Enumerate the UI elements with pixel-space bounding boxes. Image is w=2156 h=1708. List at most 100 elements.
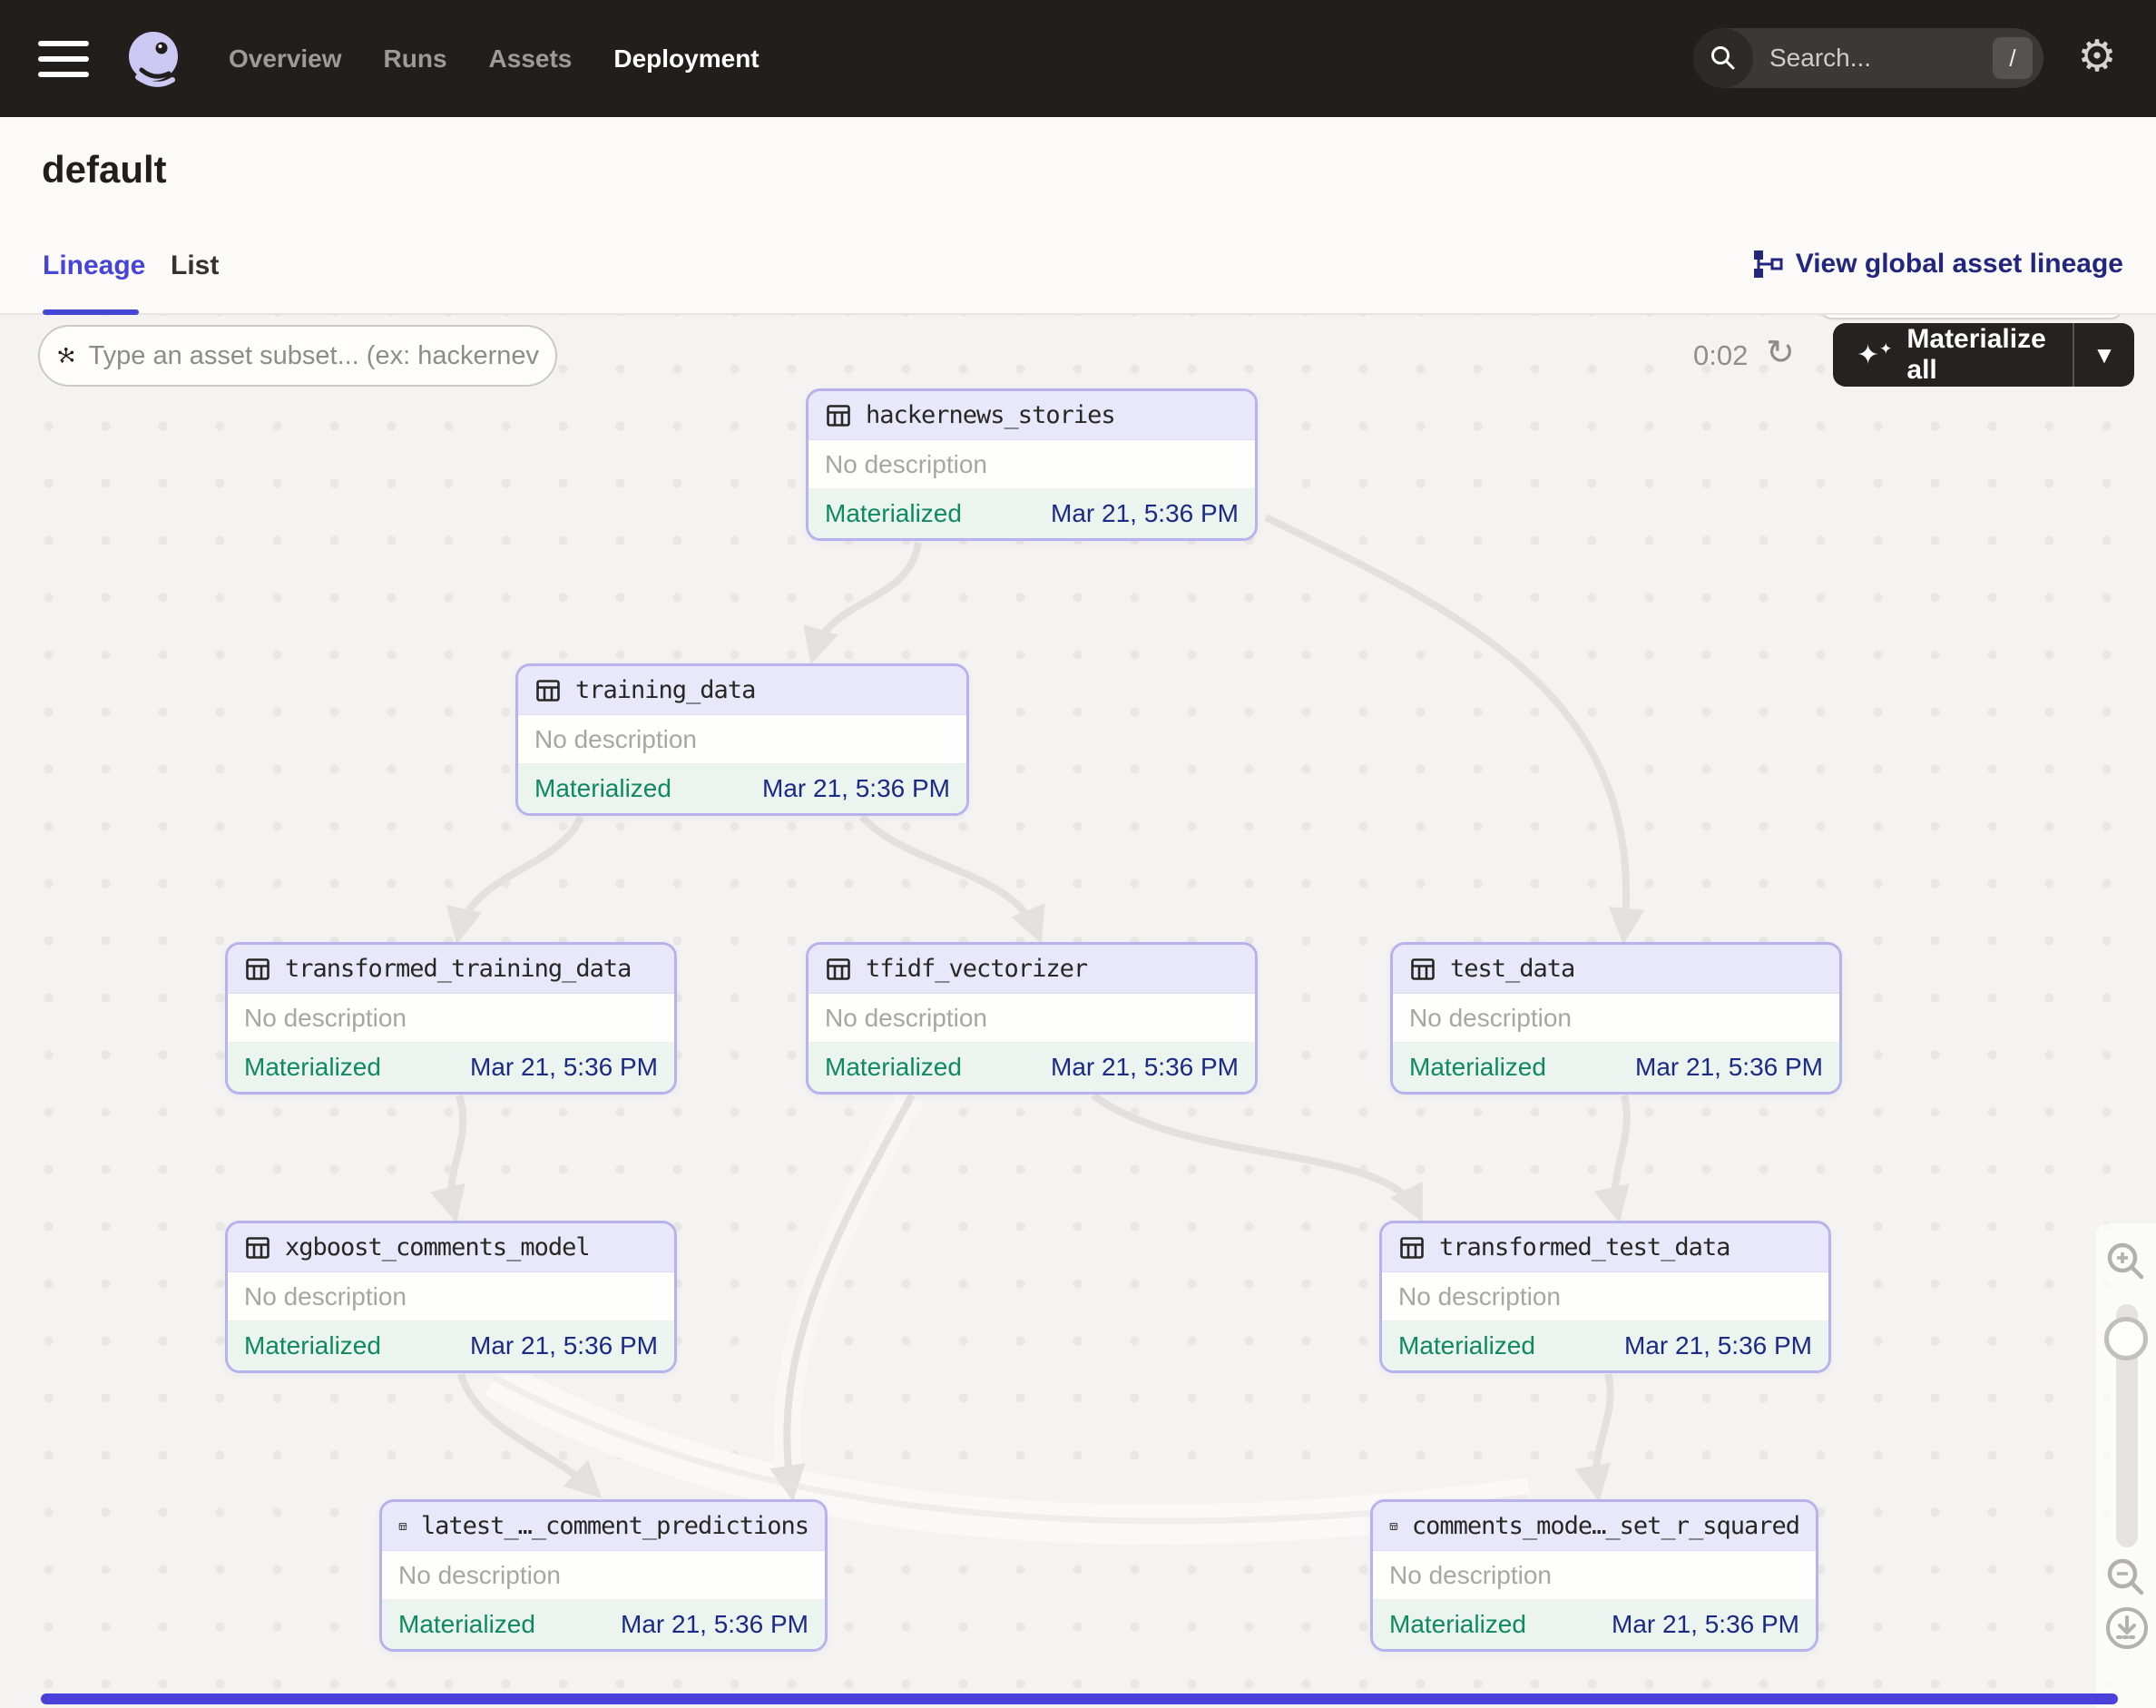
asset-description: No description [808,994,1255,1043]
asset-description: No description [808,440,1255,489]
table-icon [534,677,562,704]
materialization-timestamp: Mar 21, 5:36 PM [1051,499,1239,528]
tab-lineage[interactable]: Lineage [43,250,145,281]
asset-node-footer: Materialized Mar 21, 5:36 PM [228,1043,674,1092]
download-image-button[interactable] [2103,1605,2151,1652]
asset-node-test_data[interactable]: test_dataNo descriptionMaterializedMar 2… [1390,942,1842,1094]
table-icon [398,1513,407,1540]
materialization-timestamp: Mar 21, 5:36 PM [1635,1053,1823,1082]
asset-node-transformed_test_data[interactable]: transformed_test_dataNo descriptionMater… [1379,1221,1831,1373]
asset-node-header: transformed_training_data [228,945,674,994]
materialization-timestamp: Mar 21, 5:36 PM [762,774,950,803]
filter-placeholder: Type an asset subset... (ex: hackernev [89,341,539,371]
table-icon [1398,1234,1426,1261]
asset-node-footer: Materialized Mar 21, 5:36 PM [1393,1043,1839,1092]
page-header: default Asset Group in ml_ops.py ↻ ↻ Rel… [0,117,2156,227]
asset-name: training_data [575,676,755,704]
search-placeholder: Search... [1769,44,1993,73]
asset-name: transformed_training_data [285,955,631,983]
nav-item-assets[interactable]: Assets [489,44,573,74]
asset-node-footer: Materialized Mar 21, 5:36 PM [1382,1321,1828,1370]
materialized-status: Materialized [1398,1331,1535,1360]
refresh-timer: 0:02 [1693,339,1748,372]
asset-subset-filter-input[interactable]: Type an asset subset... (ex: hackernev [38,325,557,387]
search-shortcut-key: / [1993,37,2033,79]
top-navigation-bar: Overview Runs Assets Deployment Search..… [0,0,2156,117]
table-icon [244,1234,271,1261]
dagster-logo[interactable] [123,28,185,90]
zoom-slider-thumb[interactable] [2104,1317,2148,1360]
search-icon [1693,28,1753,88]
view-global-asset-lineage-label: View global asset lineage [1796,249,2123,280]
asset-node-footer: Materialized Mar 21, 5:36 PM [1373,1600,1816,1649]
zoom-in-button[interactable] [2102,1238,2150,1285]
nav-item-overview[interactable]: Overview [229,44,342,74]
table-icon [825,956,852,983]
nav-item-runs[interactable]: Runs [384,44,447,74]
graph-refresh-icon[interactable]: ↻ [1766,332,1795,373]
active-tab-indicator [43,309,139,315]
nav-item-deployment[interactable]: Deployment [613,44,759,74]
asset-description: No description [382,1551,825,1600]
materialized-status: Materialized [1409,1053,1546,1082]
asset-name: latest_…_comment_predictions [421,1512,808,1540]
asset-description: No description [1373,1551,1816,1600]
asset-node-header: test_data [1393,945,1839,994]
view-global-asset-lineage-link[interactable]: View global asset lineage [1752,249,2123,280]
materialization-timestamp: Mar 21, 5:36 PM [470,1053,658,1082]
tabs-row: Lineage List View global asset lineage [0,227,2156,315]
materialized-status: Materialized [1389,1610,1526,1639]
asset-description: No description [1382,1272,1828,1321]
asset-node-latest__comment_predictions[interactable]: latest_…_comment_predictions No descripti… [379,1499,828,1652]
nav-links: Overview Runs Assets Deployment [229,44,760,74]
hamburger-menu-icon[interactable] [38,41,89,77]
asset-node-hackernews_stories[interactable]: hackernews_storiesNo descriptionMaterial… [806,388,1258,541]
asset-node-header: xgboost_comments_model [228,1223,674,1272]
search-input[interactable]: Search... / [1693,28,2043,88]
asset-name: transformed_test_data [1439,1233,1730,1261]
asset-node-footer: Materialized Mar 21, 5:36 PM [808,489,1255,538]
page-title: default [42,148,167,191]
zoom-out-button[interactable] [2102,1554,2150,1601]
asset-name: comments_mode…_set_r_squared [1412,1512,1799,1540]
materialized-status: Materialized [398,1610,535,1639]
materialized-status: Materialized [825,499,962,528]
op-selector-icon [56,339,76,372]
asset-node-footer: Materialized Mar 21, 5:36 PM [228,1321,674,1370]
materialize-all-button[interactable]: ✦✦ Materialize all ▼ [1833,323,2134,387]
asset-node-transformed_training_data[interactable]: transformed_training_dataNo descriptionM… [225,942,677,1094]
materialize-dropdown-caret[interactable]: ▼ [2074,341,2134,369]
asset-node-footer: Materialized Mar 21, 5:36 PM [808,1043,1255,1092]
materialize-all-label: Materialize all [1906,324,2073,386]
materialization-timestamp: Mar 21, 5:36 PM [1612,1610,1799,1639]
asset-node-tfidf_vectorizer[interactable]: tfidf_vectorizerNo descriptionMaterializ… [806,942,1258,1094]
asset-node-training_data[interactable]: training_dataNo descriptionMaterializedM… [515,663,969,816]
materialized-status: Materialized [825,1053,962,1082]
materialization-timestamp: Mar 21, 5:36 PM [470,1331,658,1360]
horizontal-scrollbar[interactable] [41,1693,2118,1704]
materialized-status: Materialized [244,1053,381,1082]
asset-name: xgboost_comments_model [285,1233,590,1261]
lineage-graph-icon [1752,249,1783,280]
asset-node-header: transformed_test_data [1382,1223,1828,1272]
materialized-status: Materialized [244,1331,381,1360]
asset-node-footer: Materialized Mar 21, 5:36 PM [518,764,966,813]
asset-node-xgboost_comments_model[interactable]: xgboost_comments_modelNo descriptionMate… [225,1221,677,1373]
asset-description: No description [518,715,966,764]
tab-list[interactable]: List [171,250,219,281]
asset-node-header: training_data [518,666,966,715]
materialization-timestamp: Mar 21, 5:36 PM [621,1610,808,1639]
materialization-timestamp: Mar 21, 5:36 PM [1624,1331,1812,1360]
asset-node-comments_mode_set_r_squared[interactable]: comments_mode…_set_r_squared No descripti… [1370,1499,1818,1652]
asset-node-header: latest_…_comment_predictions [382,1502,825,1551]
materialization-timestamp: Mar 21, 5:36 PM [1051,1053,1239,1082]
table-icon [825,402,852,429]
asset-description: No description [228,994,674,1043]
asset-node-header: comments_mode…_set_r_squared [1373,1502,1816,1551]
asset-node-footer: Materialized Mar 21, 5:36 PM [382,1600,825,1649]
settings-gear-icon[interactable]: ⚙ [2071,31,2123,83]
sparkle-icon: ✦✦ [1857,339,1892,371]
table-icon [244,956,271,983]
materialized-status: Materialized [534,774,671,803]
asset-description: No description [228,1272,674,1321]
